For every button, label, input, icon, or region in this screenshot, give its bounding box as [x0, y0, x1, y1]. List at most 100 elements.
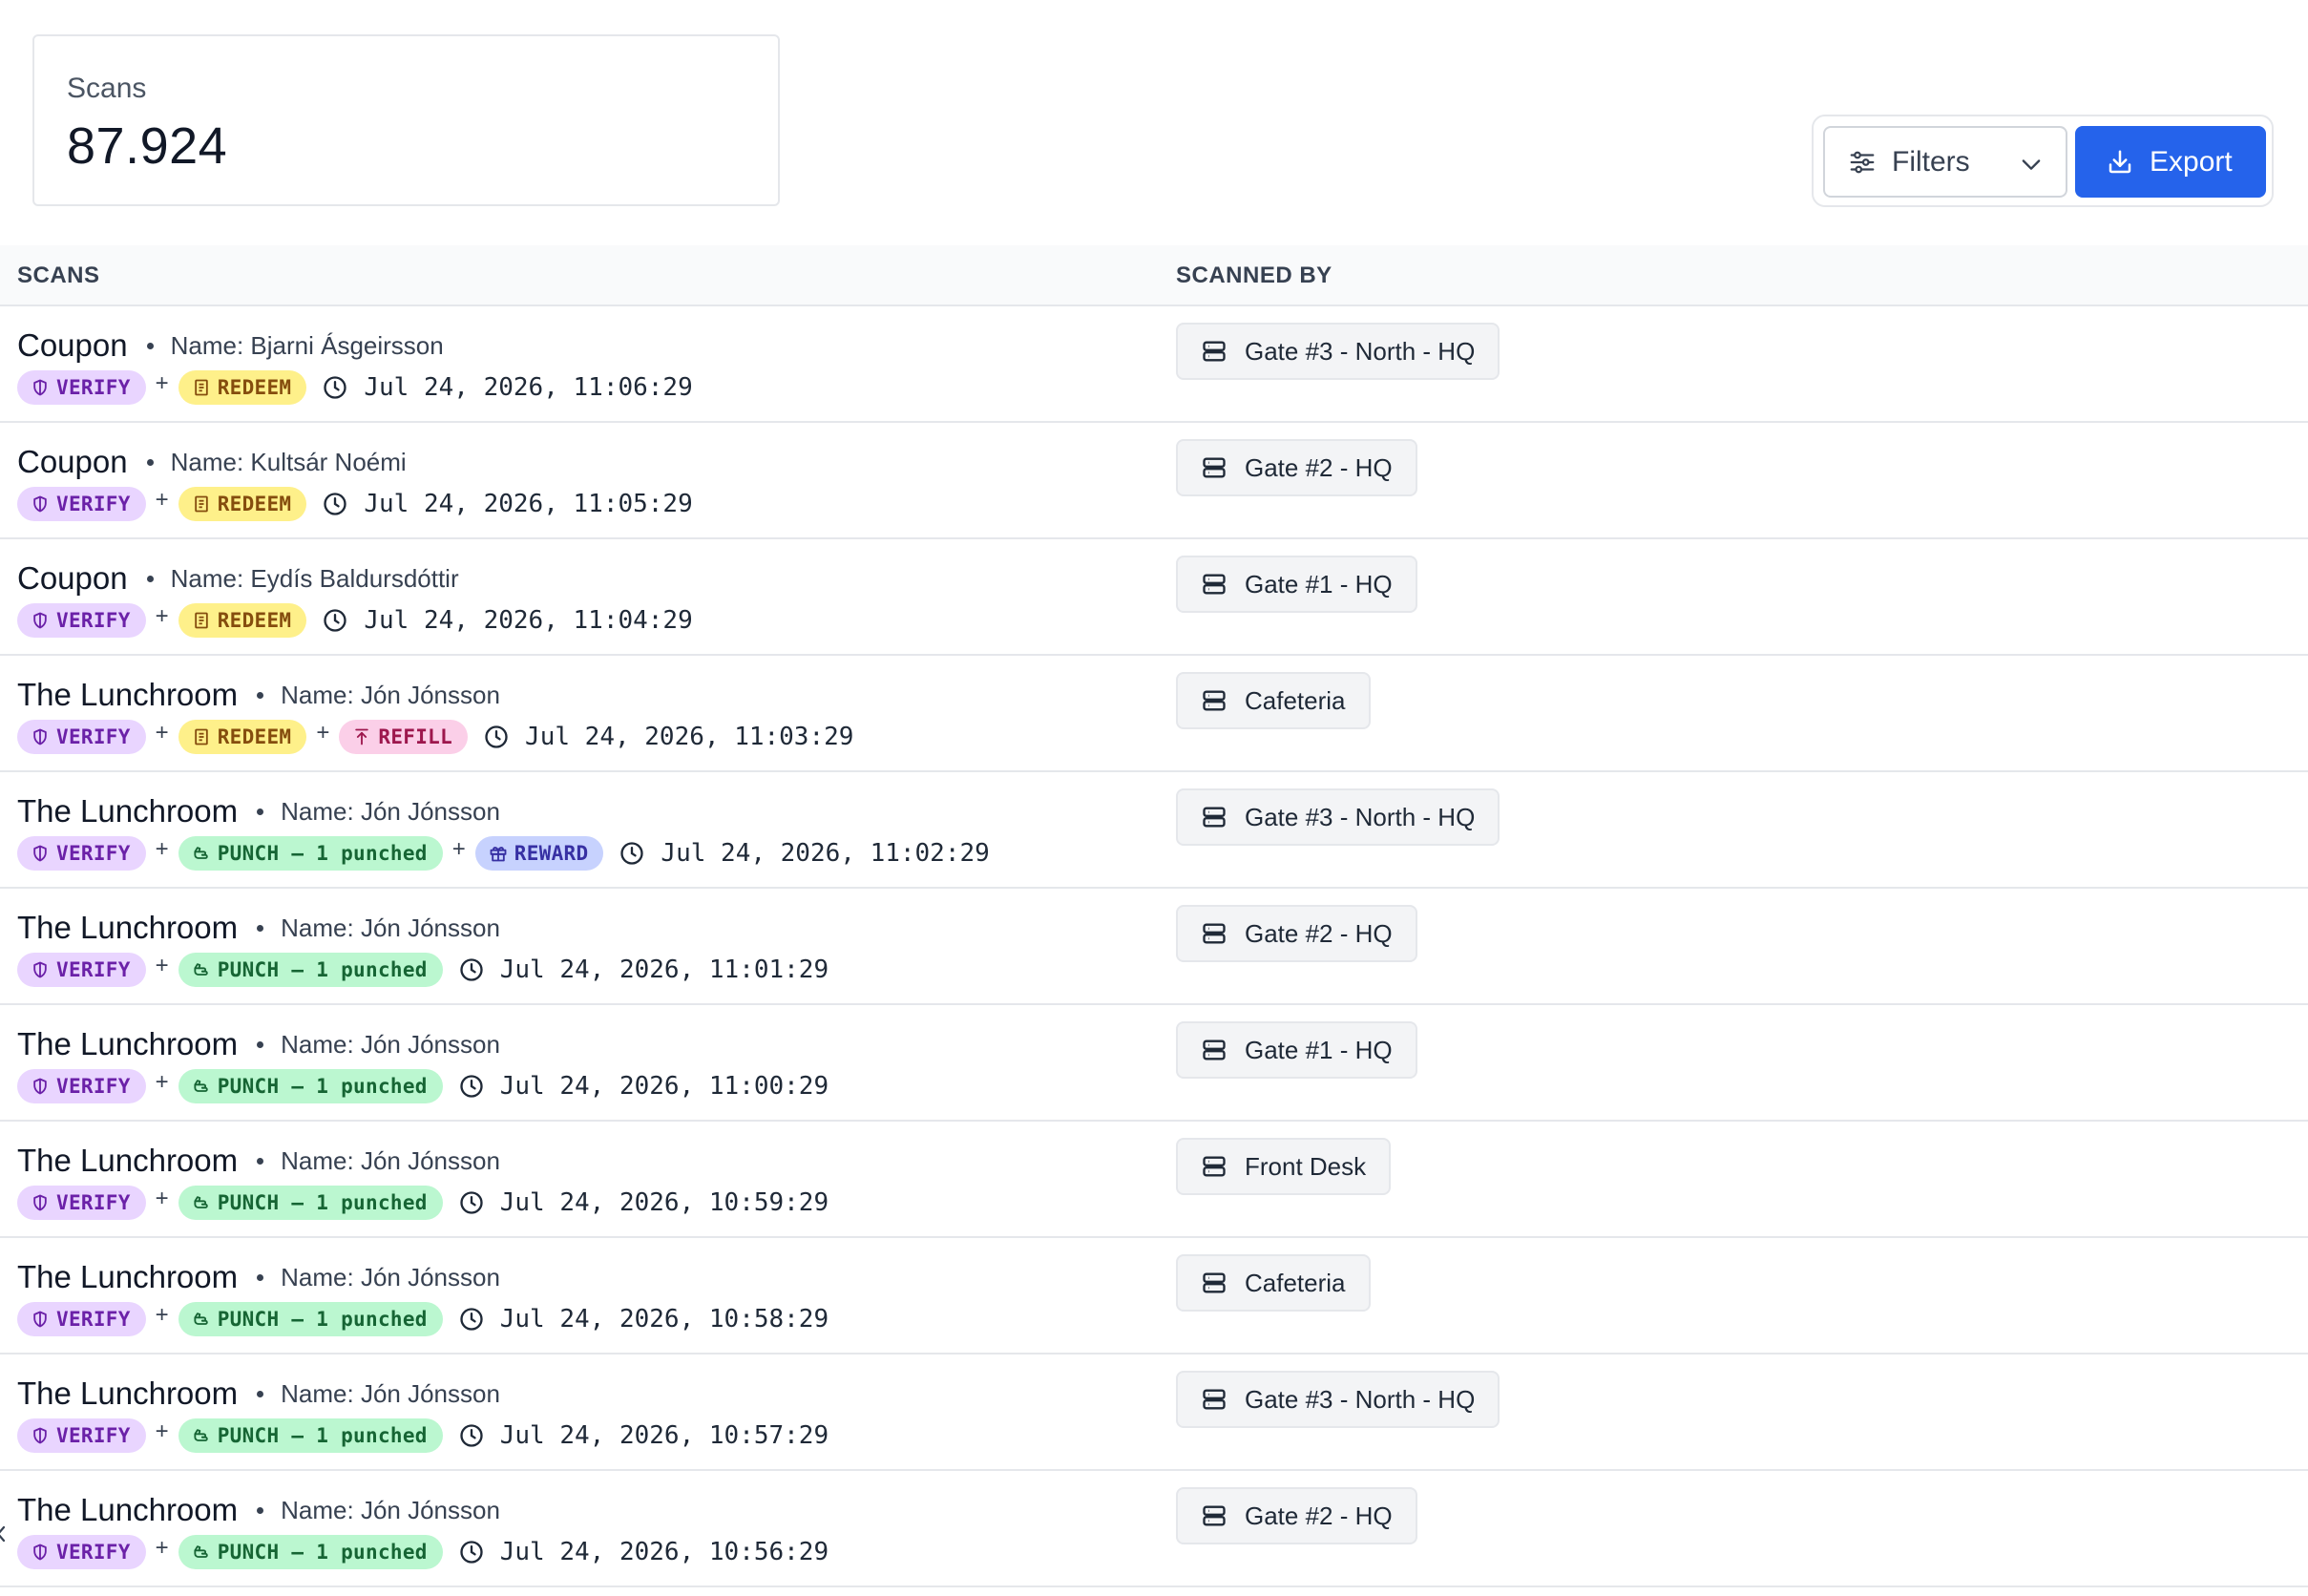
table-row[interactable]: The Lunchroom Name: Jón Jónsson VERIFY + PUN…	[0, 1005, 2308, 1122]
server-icon	[1203, 1156, 1226, 1177]
separator-dot	[146, 575, 154, 582]
scanner-chip[interactable]: Gate #2 - HQ	[1176, 905, 1417, 962]
plus-separator: +	[155, 487, 169, 513]
export-label: Export	[2150, 145, 2233, 178]
scanner-name: Gate #1 - HQ	[1245, 1035, 1393, 1064]
customer-name: Name: Eydís Baldursdóttir	[170, 563, 459, 593]
timestamp: Jul 24, 2026, 10:56:29	[499, 1538, 829, 1566]
program-name: Coupon	[17, 444, 128, 479]
column-header-scanned-by[interactable]: SCANNED BY	[1176, 262, 1332, 289]
column-header-scans[interactable]: SCANS	[17, 262, 100, 289]
program-name: Coupon	[17, 327, 128, 363]
badge-label: VERIFY	[56, 1075, 131, 1098]
shield-icon	[33, 495, 47, 513]
table-row[interactable]: The Lunchroom Name: Jón Jónsson VERIFY + PUN…	[0, 1238, 2308, 1354]
verify-badge: VERIFY	[17, 1302, 146, 1336]
arrow-up-icon	[355, 728, 369, 746]
server-icon	[1203, 574, 1226, 595]
separator-dot	[146, 342, 154, 349]
filters-label: Filters	[1892, 145, 1970, 178]
timestamp: Jul 24, 2026, 11:06:29	[364, 373, 693, 402]
scanner-chip[interactable]: Cafeteria	[1176, 1254, 1371, 1312]
server-icon	[1203, 1040, 1226, 1060]
shield-icon	[33, 1544, 47, 1561]
shield-icon	[33, 1311, 47, 1328]
table-row[interactable]: Coupon Name: Bjarni Ásgeirsson VERIFY + REDE…	[0, 306, 2308, 423]
table-row[interactable]: Coupon Name: Eydís Baldursdóttir VERIFY + RE…	[0, 539, 2308, 656]
scan-actions: VERIFY + PUNCH – 1 punched + REWARD Jul 24, 2…	[17, 836, 990, 871]
scanner-chip[interactable]: Gate #1 - HQ	[1176, 556, 1417, 613]
program-name: The Lunchroom	[17, 1376, 239, 1411]
scan-summary: The Lunchroom Name: Jón Jónsson	[17, 1376, 500, 1412]
hand-icon	[194, 963, 208, 976]
table-row[interactable]: The Lunchroom Name: Jón Jónsson VERIFY + RED…	[0, 656, 2308, 772]
table-row[interactable]: The Lunchroom Name: Jón Jónsson VERIFY + PUN…	[0, 1471, 2308, 1587]
scanner-chip[interactable]: Gate #2 - HQ	[1176, 1487, 1417, 1544]
separator-dot	[257, 924, 264, 932]
table-row[interactable]: Coupon Name: Kultsár Noémi VERIFY + REDEEM Ju…	[0, 423, 2308, 539]
separator-dot	[257, 1273, 264, 1281]
punch-badge: PUNCH – 1 punched	[178, 1535, 443, 1569]
separator-dot	[257, 691, 264, 699]
scanner-chip[interactable]: Gate #1 - HQ	[1176, 1021, 1417, 1079]
customer-name: Name: Jón Jónsson	[281, 1262, 500, 1292]
table-row[interactable]: The Lunchroom Name: Jón Jónsson VERIFY + PUN…	[0, 1354, 2308, 1471]
scanner-chip[interactable]: Gate #3 - North - HQ	[1176, 1371, 1500, 1428]
scan-summary: The Lunchroom Name: Jón Jónsson	[17, 793, 500, 830]
plus-separator: +	[155, 953, 169, 978]
scanner-chip[interactable]: Cafeteria	[1176, 672, 1371, 729]
timestamp: Jul 24, 2026, 11:01:29	[499, 956, 829, 984]
punch-badge: PUNCH – 1 punched	[178, 836, 443, 871]
badge-label: PUNCH – 1 punched	[217, 1191, 428, 1214]
clock-icon	[460, 1308, 483, 1331]
program-name: Coupon	[17, 560, 128, 596]
chevron-left-icon[interactable]	[0, 1520, 13, 1548]
scanner-chip[interactable]: Front Desk	[1176, 1138, 1392, 1195]
customer-name: Name: Jón Jónsson	[281, 680, 500, 709]
program-name: The Lunchroom	[17, 1026, 239, 1061]
scanner-name: Gate #3 - North - HQ	[1245, 336, 1476, 366]
punch-badge: PUNCH – 1 punched	[178, 1418, 443, 1453]
plus-separator: +	[155, 1418, 169, 1444]
scanner-chip[interactable]: Gate #3 - North - HQ	[1176, 323, 1500, 380]
receipt-icon	[194, 728, 208, 746]
export-button[interactable]: Export	[2075, 126, 2266, 198]
scan-time: Jul 24, 2026, 11:00:29	[458, 1072, 829, 1101]
badge-label: PUNCH – 1 punched	[217, 1308, 428, 1331]
scan-time: Jul 24, 2026, 10:59:29	[458, 1188, 829, 1217]
badge-label: PUNCH – 1 punched	[217, 958, 428, 981]
server-icon	[1203, 1505, 1226, 1526]
filters-button[interactable]: Filters	[1823, 126, 2067, 198]
badge-label: VERIFY	[56, 842, 131, 865]
scanner-name: Gate #3 - North - HQ	[1245, 802, 1476, 831]
plus-separator: +	[155, 1186, 169, 1211]
clock-icon	[460, 1424, 483, 1447]
table-row[interactable]: The Lunchroom Name: Jón Jónsson VERIFY + PUN…	[0, 772, 2308, 889]
separator-dot	[257, 1390, 264, 1397]
customer-name: Name: Jón Jónsson	[281, 1145, 500, 1175]
badge-label: PUNCH – 1 punched	[217, 842, 428, 865]
verify-badge: VERIFY	[17, 1186, 146, 1220]
badge-label: VERIFY	[56, 376, 131, 399]
timestamp: Jul 24, 2026, 11:03:29	[525, 723, 854, 751]
plus-separator: +	[155, 720, 169, 746]
redeem-badge: REDEEM	[178, 720, 307, 754]
shield-icon	[33, 1427, 47, 1444]
verify-badge: VERIFY	[17, 1418, 146, 1453]
scan-actions: VERIFY + REDEEM Jul 24, 2026, 11:05:29	[17, 487, 693, 521]
scanner-chip[interactable]: Gate #3 - North - HQ	[1176, 788, 1500, 846]
separator-dot	[257, 808, 264, 815]
table-row[interactable]: The Lunchroom Name: Jón Jónsson VERIFY + PUN…	[0, 889, 2308, 1005]
server-icon	[1203, 807, 1226, 828]
scan-summary: The Lunchroom Name: Jón Jónsson	[17, 677, 500, 713]
receipt-icon	[194, 495, 208, 513]
stat-label: Scans	[67, 73, 147, 104]
timestamp: Jul 24, 2026, 11:02:29	[661, 839, 990, 868]
scanner-chip[interactable]: Gate #2 - HQ	[1176, 439, 1417, 496]
table-row[interactable]: The Lunchroom Name: Jón Jónsson VERIFY + PUN…	[0, 1122, 2308, 1238]
verify-badge: VERIFY	[17, 1069, 146, 1103]
plus-separator: +	[155, 1535, 169, 1561]
shield-icon	[33, 1078, 47, 1095]
scan-time: Jul 24, 2026, 10:58:29	[458, 1305, 829, 1334]
scanner-name: Front Desk	[1245, 1151, 1367, 1181]
